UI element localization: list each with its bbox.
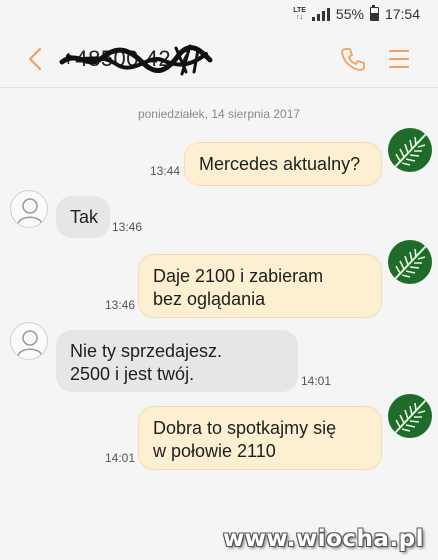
outgoing-message[interactable]: Dobra to spotkajmy się w połowie 2110 bbox=[138, 406, 382, 470]
watermark: www.wiocha.pl bbox=[222, 526, 424, 552]
message-text-line: 2500 i jest twój. bbox=[70, 364, 195, 384]
message-text: Tak bbox=[70, 207, 99, 227]
menu-button[interactable] bbox=[386, 46, 412, 72]
message-time: 14:01 bbox=[105, 451, 136, 465]
status-indicators: LTE ↑↓ 55% 17:54 bbox=[293, 5, 420, 22]
contact-avatar[interactable] bbox=[10, 190, 48, 228]
hamburger-menu-icon bbox=[389, 50, 409, 68]
message-time: 13:44 bbox=[150, 164, 181, 178]
my-avatar bbox=[388, 394, 432, 438]
chevron-left-icon bbox=[28, 47, 42, 71]
fern-avatar-icon bbox=[388, 240, 432, 284]
call-button[interactable] bbox=[338, 44, 368, 74]
person-icon bbox=[17, 198, 43, 225]
message-text-line: bez oglądania bbox=[153, 289, 266, 309]
phone-icon bbox=[341, 48, 365, 71]
message-text-line: Dobra to spotkajmy się bbox=[153, 418, 337, 438]
message-text-line: w połowie 2110 bbox=[153, 441, 276, 461]
lte-icon: LTE ↑↓ bbox=[293, 7, 306, 21]
incoming-message[interactable]: Nie ty sprzedajesz. 2500 i jest twój. bbox=[56, 330, 298, 392]
date-separator: poniedziałek, 14 sierpnia 2017 bbox=[137, 107, 301, 121]
clock: 17:54 bbox=[384, 6, 420, 22]
back-button[interactable] bbox=[20, 42, 50, 76]
message-text: Mercedes aktualny? bbox=[199, 154, 361, 174]
outgoing-message[interactable]: Mercedes aktualny? bbox=[184, 142, 382, 186]
message-time: 13:46 bbox=[105, 298, 136, 312]
fern-avatar-icon bbox=[388, 394, 432, 438]
incoming-message[interactable]: Tak bbox=[56, 196, 110, 238]
outgoing-message[interactable]: Daje 2100 i zabieram bez oglądania bbox=[138, 254, 382, 318]
redaction-scribble bbox=[59, 44, 213, 76]
battery-icon bbox=[369, 5, 379, 21]
message-time: 13:46 bbox=[112, 220, 143, 234]
my-avatar bbox=[388, 128, 432, 172]
fern-avatar-icon bbox=[388, 128, 432, 172]
contact-avatar[interactable] bbox=[10, 322, 48, 360]
signal-icon bbox=[311, 7, 330, 21]
conversation-header: +48500 42 7 bbox=[0, 30, 438, 88]
message-time: 14:01 bbox=[301, 374, 332, 388]
message-text-line: Daje 2100 i zabieram bbox=[153, 266, 324, 286]
battery-percent: 55% bbox=[335, 6, 364, 22]
status-bar: LTE ↑↓ 55% 17:54 bbox=[0, 0, 438, 30]
person-icon bbox=[17, 330, 43, 357]
my-avatar bbox=[388, 240, 432, 284]
message-text-line: Nie ty sprzedajesz. bbox=[70, 341, 223, 361]
